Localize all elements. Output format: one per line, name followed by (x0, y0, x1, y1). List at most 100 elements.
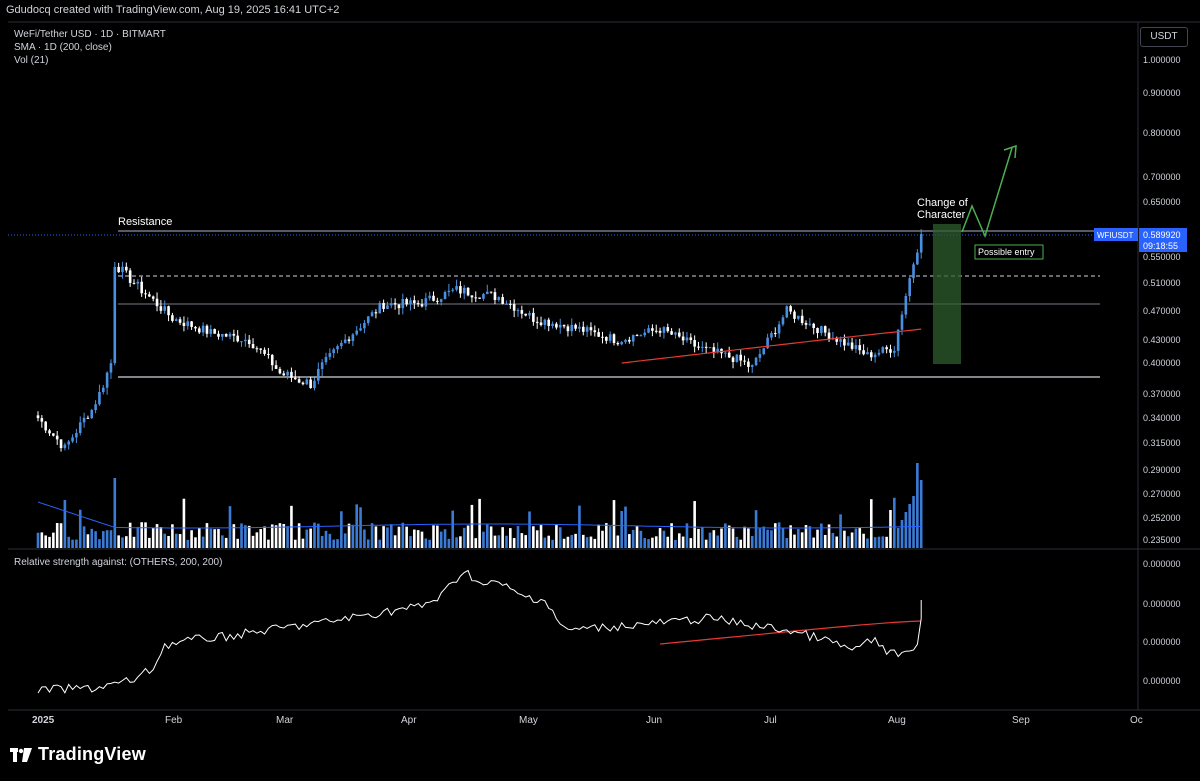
candle-body (447, 290, 451, 293)
candle-body (224, 333, 228, 337)
volume-bar (397, 526, 401, 548)
candle-body (55, 435, 59, 440)
candle-body (101, 387, 105, 393)
volume-bar (631, 529, 635, 548)
candle-body (532, 312, 535, 322)
lower-pane-axis[interactable]: 0.000000 0.000000 0.000000 0.000000 (1143, 559, 1181, 686)
volume-bar (551, 539, 554, 548)
price-tick-label: 0.315000 (1143, 438, 1181, 448)
volume-bar (628, 534, 631, 548)
volume-bar (336, 539, 339, 548)
volume-bar (754, 510, 758, 548)
price-tick-label: 0.235000 (1143, 535, 1181, 545)
price-tick-label: 0.270000 (1143, 489, 1181, 499)
candle-body (674, 332, 677, 335)
volume-bar (159, 526, 163, 548)
volume-bar (854, 528, 858, 548)
chart-canvas[interactable]: Resistance Change of Character Possible … (0, 0, 1200, 781)
candle-body (743, 360, 746, 362)
candle-body (182, 322, 186, 327)
choch-label-line1[interactable]: Change of (917, 197, 969, 209)
volume-bar (593, 538, 597, 548)
volume-bar (516, 526, 520, 548)
candle-body (63, 444, 67, 449)
volume-bar (858, 528, 862, 548)
candle-body (67, 441, 71, 445)
candle-body (827, 332, 831, 340)
volume-bar (82, 526, 86, 548)
volume-bar (785, 538, 789, 548)
candle-body (136, 281, 140, 284)
volume-bar (236, 538, 239, 548)
volume-bar (885, 536, 888, 548)
candle-body (643, 332, 647, 336)
candle-body (374, 312, 378, 314)
time-axis[interactable]: 2025 Feb Mar Apr May Jun Jul Aug Sep Oc (32, 715, 1143, 726)
candle-body (608, 334, 612, 341)
candle-body (885, 347, 888, 350)
candle-body (681, 336, 685, 341)
volume-bar (535, 530, 539, 548)
candle-body (589, 327, 593, 331)
candle-body (71, 437, 74, 442)
volume-bar (324, 530, 328, 548)
candle-body (282, 373, 286, 376)
volume-bar (447, 538, 451, 548)
volume-bar (405, 526, 408, 548)
candle-body (581, 326, 585, 332)
volume-bar (86, 534, 90, 548)
candle-body (274, 365, 278, 369)
volume-bar (182, 498, 186, 548)
candle-body (539, 322, 543, 326)
candle-body (432, 295, 435, 301)
candle-body (393, 303, 397, 305)
volume-bar (862, 533, 865, 548)
lower-pane-title[interactable]: Relative strength against: (OTHERS, 200,… (14, 557, 222, 568)
volume-bar (812, 537, 815, 548)
volume-bar (136, 526, 140, 548)
candle-body (293, 377, 297, 380)
candle-body (797, 315, 800, 319)
volume-bar (144, 522, 147, 548)
volume-bar (585, 537, 589, 548)
candle-body (877, 352, 881, 355)
candle-body (59, 439, 63, 449)
volume-bar (320, 536, 324, 548)
price-tick-label: 0.900000 (1143, 88, 1181, 98)
candle-body (770, 333, 773, 338)
candle-body (86, 417, 90, 419)
price-tick-label: 0.550000 (1143, 252, 1181, 262)
volume-bar (747, 528, 750, 548)
volume-bar (562, 538, 566, 548)
volume-bar (244, 525, 247, 548)
time-tick-label: Oc (1130, 715, 1143, 726)
resistance-label[interactable]: Resistance (118, 216, 172, 228)
projection-arrow-path[interactable] (961, 147, 1013, 239)
candle-body (701, 346, 704, 348)
candle-body (558, 324, 562, 328)
candle-body (359, 328, 362, 331)
candle-body (443, 292, 447, 300)
volume-bar (701, 527, 704, 548)
candle-body (528, 312, 531, 316)
change-of-character-zone[interactable] (933, 224, 961, 364)
candle-body (174, 319, 178, 321)
candle-countdown: 09:18:55 (1143, 241, 1178, 251)
volume-bar (877, 536, 881, 548)
candle-body (605, 336, 608, 341)
candle-body (866, 352, 869, 355)
volume-bar (305, 529, 309, 548)
candle-body (900, 314, 904, 330)
candle-body (858, 345, 862, 351)
candle-body (850, 342, 854, 349)
candle-body (854, 345, 858, 349)
price-tick-label: 0.340000 (1143, 413, 1181, 423)
volume-bar (635, 526, 639, 548)
volume-bar (873, 537, 877, 548)
volume-bar (800, 532, 804, 548)
price-axis[interactable]: 1.000000 0.900000 0.800000 0.700000 0.650000… (1143, 55, 1181, 545)
choch-label-line2[interactable]: Character (917, 209, 966, 221)
candle-body (543, 319, 547, 326)
candle-body (578, 326, 581, 329)
candle-body (159, 306, 163, 311)
